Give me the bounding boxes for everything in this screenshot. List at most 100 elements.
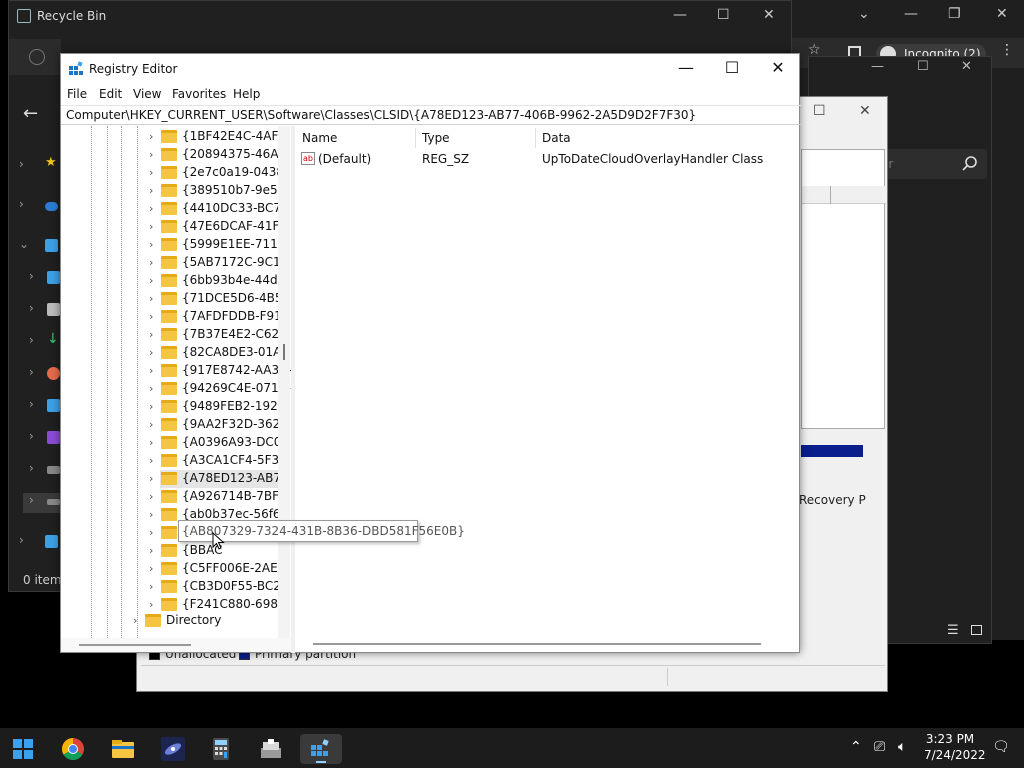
menu-file[interactable]: File (67, 87, 87, 101)
maximize-button[interactable]: ☐ (917, 59, 929, 74)
nav-item-network[interactable]: › (19, 533, 63, 553)
partition-bar[interactable] (801, 445, 863, 457)
chevron-right-icon[interactable]: › (149, 220, 153, 233)
chevron-right-icon[interactable]: › (149, 454, 153, 467)
tree-node-selected[interactable]: › {A78ED123-AB77 (149, 470, 291, 488)
menu-view[interactable]: View (133, 87, 161, 101)
chevron-right-icon[interactable]: › (149, 526, 153, 539)
nav-item-drive-selected[interactable]: › (23, 493, 63, 513)
chevron-right-icon[interactable]: › (149, 238, 153, 251)
minimize-button[interactable]: — (904, 6, 918, 22)
chevron-right-icon[interactable]: › (149, 544, 153, 557)
values-horizontal-scrollbar[interactable] (311, 638, 761, 652)
scrollbar-thumb[interactable] (79, 644, 191, 646)
tree-node[interactable]: › {9AA2F32D-362A (149, 416, 291, 434)
close-button[interactable]: ✕ (961, 59, 972, 74)
registry-editor-button[interactable] (300, 734, 342, 764)
chevron-up-icon[interactable]: ⌃ (850, 739, 862, 755)
chevron-right-icon[interactable]: › (149, 346, 153, 359)
tree-node[interactable]: › {C5FF006E-2AE9- (149, 560, 291, 578)
close-button[interactable]: ✕ (763, 7, 775, 23)
tree-node[interactable]: › {389510b7-9e58- (149, 182, 291, 200)
tree-horizontal-scrollbar[interactable] (61, 638, 291, 652)
volume-list[interactable] (801, 149, 886, 429)
menu-help[interactable]: Help (233, 87, 260, 101)
column-divider[interactable] (535, 128, 536, 148)
minimize-button[interactable]: — (663, 54, 709, 84)
minimize-button[interactable]: — (673, 7, 687, 23)
maximize-button[interactable]: ☐ (717, 7, 730, 23)
tree-node[interactable]: › {5999E1EE-711E- (149, 236, 291, 254)
minimize-button[interactable]: — (871, 59, 884, 74)
notifications-icon[interactable]: 🗨︎ (992, 739, 1010, 755)
chevron-right-icon[interactable]: › (149, 436, 153, 449)
chevron-right-icon[interactable]: › (149, 184, 153, 197)
chevron-right-icon[interactable]: › (149, 598, 153, 611)
tree-node[interactable]: › {20894375-46AE- (149, 146, 291, 164)
tree-node[interactable]: › {9489FEB2-1925- (149, 398, 291, 416)
tree-node[interactable]: › {71DCE5D6-4B57 (149, 290, 291, 308)
scrollbar-thumb[interactable] (313, 643, 761, 645)
restore-button[interactable]: ❐ (948, 6, 961, 22)
tree-node[interactable]: › {5AB7172C-9C11 (149, 254, 291, 272)
tree-node[interactable]: › {7AFDFDDB-F914 (149, 308, 291, 326)
close-button[interactable]: ✕ (996, 6, 1008, 22)
tree-vertical-scrollbar[interactable] (278, 126, 290, 638)
tiles-view-icon[interactable] (971, 625, 982, 635)
volume-icon[interactable]: 🔈︎ (898, 739, 906, 755)
chevron-right-icon[interactable]: › (149, 274, 153, 287)
tree-node[interactable]: › {1BF42E4C-4AF4- (149, 128, 291, 146)
chevron-right-icon[interactable]: › (149, 562, 153, 575)
values-pane[interactable]: Name Type Data ab (Default) REG_SZ UpToD… (295, 126, 799, 653)
value-row[interactable]: ab (Default) REG_SZ UpToDateCloudOverlay… (295, 150, 799, 168)
tree-node[interactable]: › {917E8742-AA3B- (149, 362, 291, 380)
network-icon[interactable]: ⎚ (874, 739, 885, 755)
new-button-area[interactable] (9, 39, 61, 75)
chevron-right-icon[interactable]: › (149, 328, 153, 341)
nav-item-onedrive[interactable]: › (19, 197, 63, 217)
nav-item-this-pc[interactable]: ⌄ (19, 237, 63, 257)
chevron-right-icon[interactable]: › (149, 256, 153, 269)
chevron-right-icon[interactable]: › (149, 400, 153, 413)
chevron-right-icon[interactable]: › (149, 472, 153, 485)
tree-node[interactable]: › {7B37E4E2-C62F- (149, 326, 291, 344)
tree-node[interactable]: › {A3CA1CF4-5F3E (149, 452, 291, 470)
tree-node[interactable]: › {82CA8DE3-01AD (149, 344, 291, 362)
tree-node[interactable]: › {A0396A93-DC06 (149, 434, 291, 452)
tab-search-chevron-icon[interactable]: ⌄ (858, 6, 870, 22)
chevron-right-icon[interactable]: › (149, 580, 153, 593)
close-button[interactable]: ✕ (859, 103, 871, 119)
scrollbar-thumb[interactable] (283, 344, 285, 360)
menu-dots-icon[interactable]: ⋮ (1000, 42, 1014, 58)
chevron-right-icon[interactable]: › (149, 364, 153, 377)
list-view-icon[interactable]: ☰ (947, 623, 959, 638)
tree-node[interactable]: › {A926714B-7BFC (149, 488, 291, 506)
nav-item-quick-access[interactable]: › ★ (19, 155, 63, 177)
tree-node[interactable]: › {4410DC33-BC7C (149, 200, 291, 218)
tree-node[interactable]: › {6bb93b4e-44d8- (149, 272, 291, 290)
menu-favorites[interactable]: Favorites (172, 87, 226, 101)
tree-node[interactable]: › {CB3D0F55-BC2C (149, 578, 291, 596)
maximize-button[interactable]: ☐ (813, 103, 826, 119)
chevron-right-icon[interactable]: › (149, 310, 153, 323)
chrome-button[interactable] (58, 734, 88, 764)
system-clock[interactable]: 3:23 PM 7/24/2022 (924, 731, 986, 763)
chevron-right-icon[interactable]: › (149, 148, 153, 161)
calculator-button[interactable] (206, 734, 236, 764)
column-type[interactable]: Type (422, 131, 450, 145)
tree-node[interactable]: › {2e7c0a19-0438- (149, 164, 291, 182)
chevron-right-icon[interactable]: › (149, 382, 153, 395)
chevron-right-icon[interactable]: › (149, 130, 153, 143)
chevron-right-icon[interactable]: › (149, 202, 153, 215)
column-data[interactable]: Data (542, 131, 571, 145)
app-installer-button[interactable] (256, 734, 286, 764)
chevron-right-icon[interactable]: › (149, 292, 153, 305)
menu-edit[interactable]: Edit (99, 87, 122, 101)
chevron-right-icon[interactable]: › (149, 490, 153, 503)
key-tree[interactable]: › {1BF42E4C-4AF4- › {20894375-46AE- › {2e7c0a… (61, 126, 291, 653)
title-bar[interactable]: Registry Editor — ☐ ✕ (61, 54, 801, 84)
chevron-right-icon[interactable]: › (149, 508, 153, 521)
column-divider[interactable] (415, 128, 416, 148)
chevron-right-icon[interactable]: › (149, 418, 153, 431)
file-explorer-button[interactable] (108, 734, 138, 764)
